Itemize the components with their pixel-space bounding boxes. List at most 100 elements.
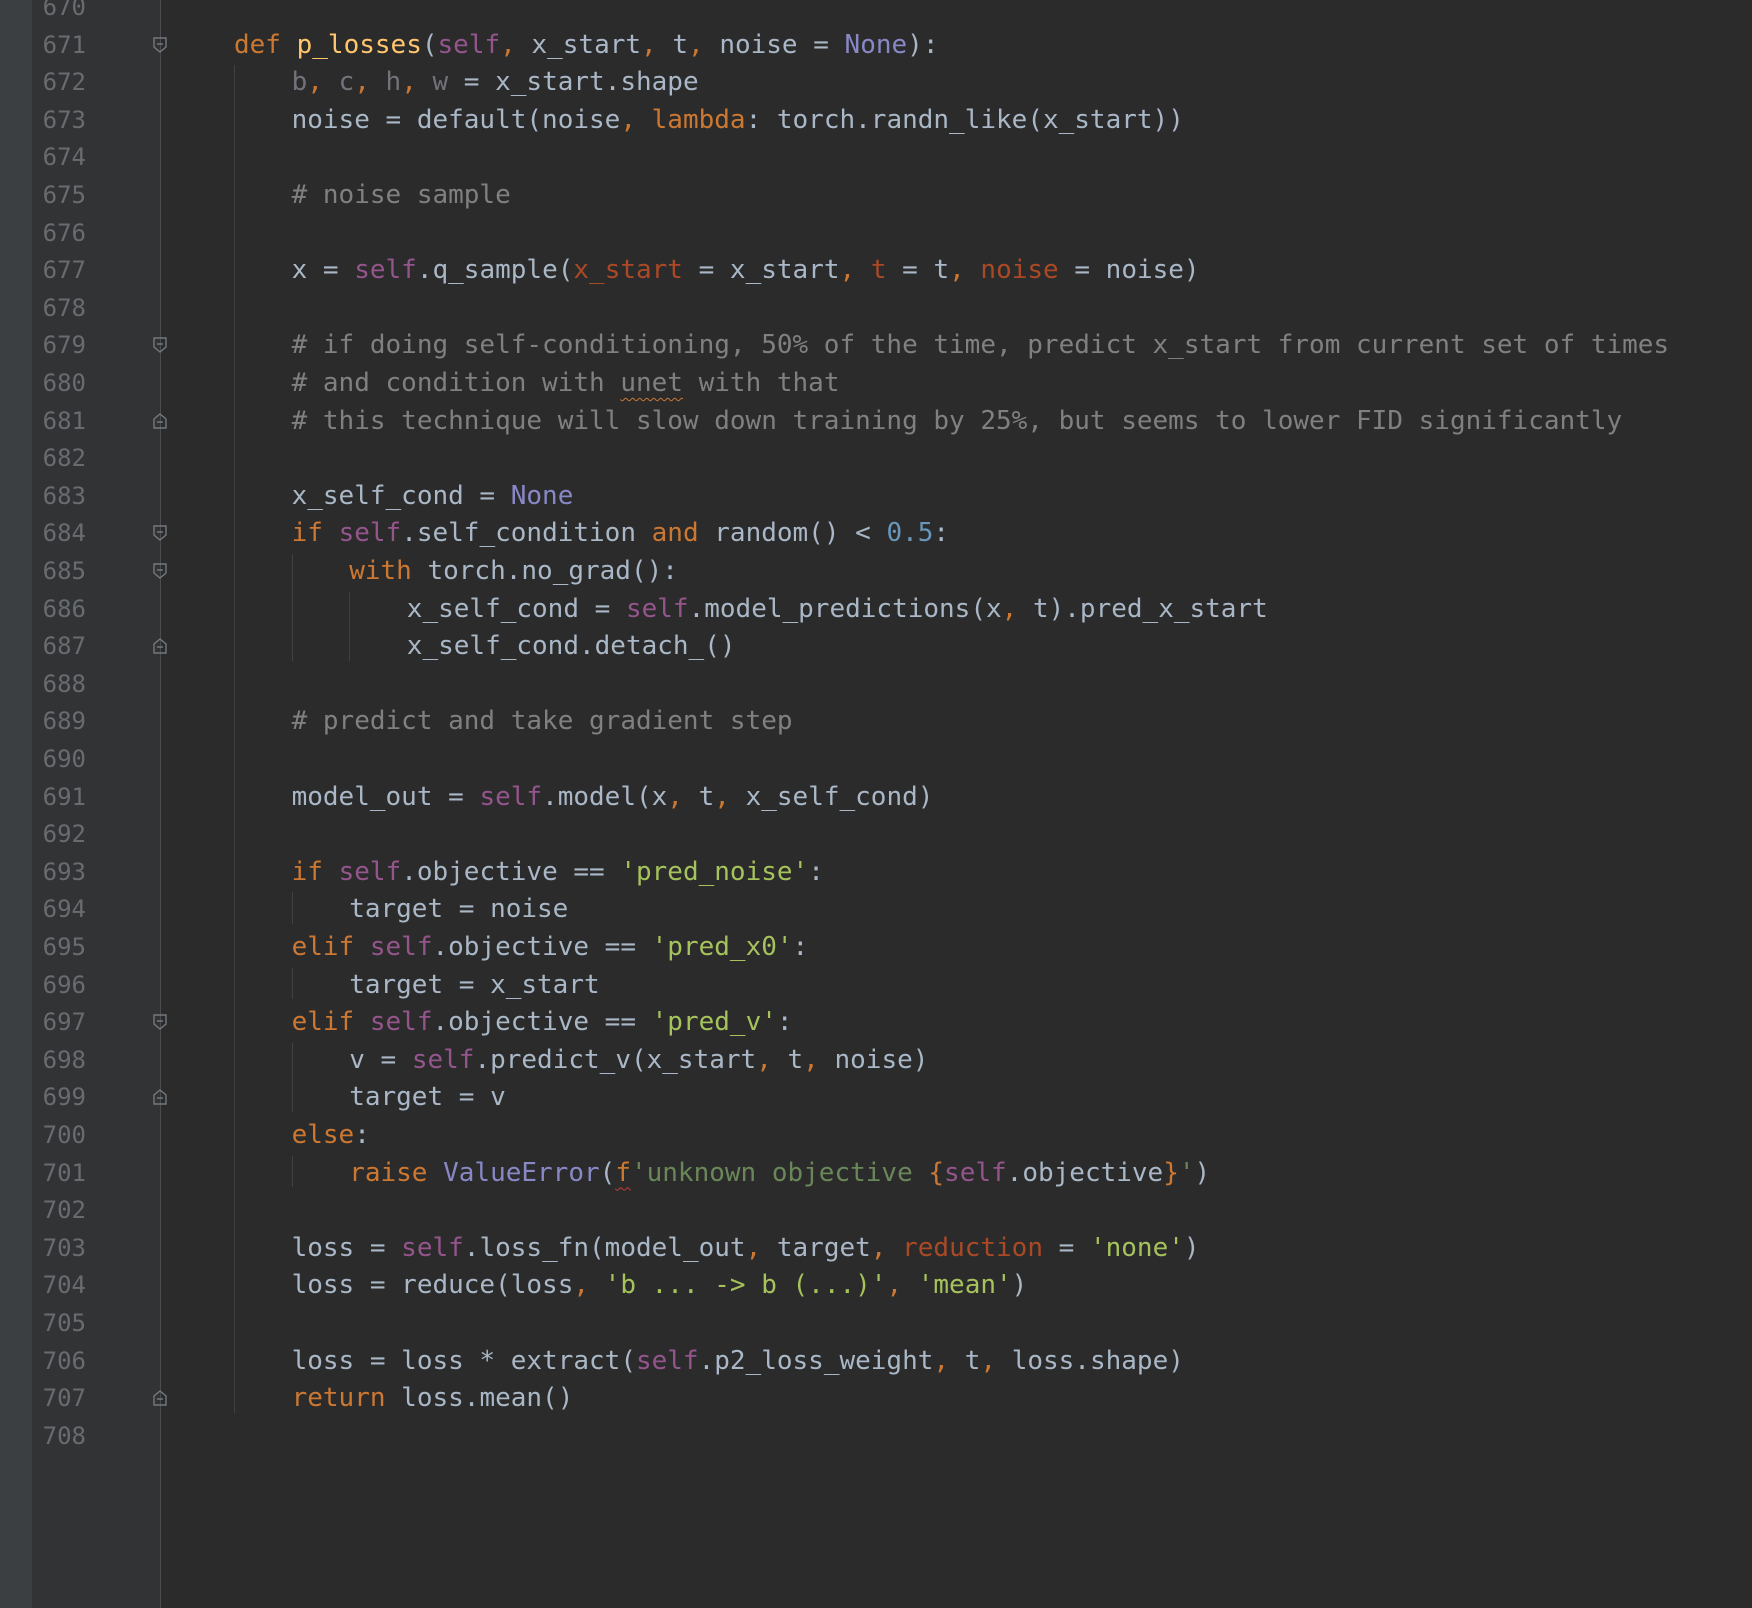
line-number[interactable]: 688: [32, 663, 86, 705]
line-number[interactable]: 682: [32, 437, 86, 479]
code-line[interactable]: 676: [0, 212, 1752, 254]
fold-start-icon[interactable]: [151, 36, 169, 54]
code-line[interactable]: 690: [0, 738, 1752, 780]
code-line[interactable]: 674: [0, 136, 1752, 178]
line-number[interactable]: 693: [32, 851, 86, 893]
code-line[interactable]: 671 def p_losses(self, x_start, t, noise …: [0, 24, 1752, 66]
code-line[interactable]: 688: [0, 663, 1752, 705]
fold-end-icon[interactable]: [151, 1389, 169, 1407]
code-editor[interactable]: 670 671 def p_losses(self, x_start, t, noi…: [0, 0, 1752, 1608]
code-text[interactable]: model_out = self.model(x, t, x_self_cond…: [292, 776, 934, 818]
line-number[interactable]: 701: [32, 1152, 86, 1194]
code-text[interactable]: if self.self_condition and random() < 0.…: [292, 512, 949, 554]
code-line[interactable]: 689 # predict and take gradient step: [0, 700, 1752, 742]
line-number[interactable]: 708: [32, 1415, 86, 1457]
line-number[interactable]: 672: [32, 61, 86, 103]
code-line[interactable]: 705: [0, 1302, 1752, 1344]
line-number[interactable]: 686: [32, 588, 86, 630]
line-number[interactable]: 700: [32, 1114, 86, 1156]
line-number[interactable]: 687: [32, 625, 86, 667]
fold-end-icon[interactable]: [151, 1088, 169, 1106]
code-line[interactable]: 677 x = self.q_sample(x_start = x_start, …: [0, 249, 1752, 291]
code-line[interactable]: 695 elif self.objective == 'pred_x0':: [0, 926, 1752, 968]
line-number[interactable]: 697: [32, 1001, 86, 1043]
code-line[interactable]: 675 # noise sample: [0, 174, 1752, 216]
code-text[interactable]: # and condition with unet with that: [292, 362, 840, 404]
code-text[interactable]: # if doing self-conditioning, 50% of the…: [292, 324, 1670, 366]
code-text[interactable]: target = noise: [349, 888, 568, 930]
code-text[interactable]: target = v: [349, 1076, 506, 1118]
code-line[interactable]: 686 x_self_cond = self.model_predictions(…: [0, 588, 1752, 630]
code-line[interactable]: 691 model_out = self.model(x, t, x_self_c…: [0, 776, 1752, 818]
code-text[interactable]: return loss.mean(): [292, 1377, 574, 1419]
line-number[interactable]: 703: [32, 1227, 86, 1269]
line-number[interactable]: 674: [32, 136, 86, 178]
code-text[interactable]: x_self_cond = self.model_predictions(x, …: [407, 588, 1268, 630]
line-number[interactable]: 707: [32, 1377, 86, 1419]
line-number[interactable]: 685: [32, 550, 86, 592]
code-text[interactable]: else:: [292, 1114, 370, 1156]
fold-end-icon[interactable]: [151, 637, 169, 655]
code-text[interactable]: elif self.objective == 'pred_v':: [292, 1001, 793, 1043]
code-line[interactable]: 679 # if doing self-conditioning, 50% of …: [0, 324, 1752, 366]
code-line[interactable]: 696 target = x_start: [0, 964, 1752, 1006]
code-line[interactable]: 700 else:: [0, 1114, 1752, 1156]
code-line[interactable]: 697 elif self.objective == 'pred_v':: [0, 1001, 1752, 1043]
fold-end-icon[interactable]: [151, 412, 169, 430]
fold-start-icon[interactable]: [151, 336, 169, 354]
code-line[interactable]: 704 loss = reduce(loss, 'b ... -> b (...)…: [0, 1264, 1752, 1306]
line-number[interactable]: 678: [32, 287, 86, 329]
code-line[interactable]: 682: [0, 437, 1752, 479]
code-line[interactable]: 698 v = self.predict_v(x_start, t, noise): [0, 1039, 1752, 1081]
code-text[interactable]: x = self.q_sample(x_start = x_start, t =…: [292, 249, 1200, 291]
code-text[interactable]: target = x_start: [349, 964, 599, 1006]
line-number[interactable]: 689: [32, 700, 86, 742]
code-text[interactable]: loss = self.loss_fn(model_out, target, r…: [292, 1227, 1200, 1269]
code-line[interactable]: 685 with torch.no_grad():: [0, 550, 1752, 592]
line-number[interactable]: 671: [32, 24, 86, 66]
code-text[interactable]: if self.objective == 'pred_noise':: [292, 851, 824, 893]
line-number[interactable]: 690: [32, 738, 86, 780]
code-line[interactable]: 672 b, c, h, w = x_start.shape: [0, 61, 1752, 103]
code-line[interactable]: 708: [0, 1415, 1752, 1457]
line-number[interactable]: 684: [32, 512, 86, 554]
code-line[interactable]: 684 if self.self_condition and random() <…: [0, 512, 1752, 554]
line-number[interactable]: 696: [32, 964, 86, 1006]
code-line[interactable]: 702: [0, 1189, 1752, 1231]
code-line[interactable]: 701 raise ValueError(f'unknown objective …: [0, 1152, 1752, 1194]
code-text[interactable]: x_self_cond = None: [292, 475, 574, 517]
line-number[interactable]: 702: [32, 1189, 86, 1231]
line-number[interactable]: 699: [32, 1076, 86, 1118]
code-text[interactable]: # this technique will slow down training…: [292, 400, 1623, 442]
code-line[interactable]: 692: [0, 813, 1752, 855]
fold-start-icon[interactable]: [151, 524, 169, 542]
code-text[interactable]: # predict and take gradient step: [292, 700, 793, 742]
code-text[interactable]: noise = default(noise, lambda: torch.ran…: [292, 99, 1184, 141]
code-text[interactable]: raise ValueError(f'unknown objective {se…: [349, 1152, 1210, 1194]
line-number[interactable]: 681: [32, 400, 86, 442]
code-line[interactable]: 683 x_self_cond = None: [0, 475, 1752, 517]
line-number[interactable]: 698: [32, 1039, 86, 1081]
line-number[interactable]: 706: [32, 1340, 86, 1382]
code-text[interactable]: b, c, h, w = x_start.shape: [292, 61, 699, 103]
code-text[interactable]: elif self.objective == 'pred_x0':: [292, 926, 809, 968]
code-line[interactable]: 681 # this technique will slow down train…: [0, 400, 1752, 442]
code-text[interactable]: loss = reduce(loss, 'b ... -> b (...)', …: [292, 1264, 1028, 1306]
code-line[interactable]: 707 return loss.mean(): [0, 1377, 1752, 1419]
code-text[interactable]: v = self.predict_v(x_start, t, noise): [349, 1039, 928, 1081]
code-line[interactable]: 678: [0, 287, 1752, 329]
code-line[interactable]: 693 if self.objective == 'pred_noise':: [0, 851, 1752, 893]
line-number[interactable]: 695: [32, 926, 86, 968]
line-number[interactable]: 676: [32, 212, 86, 254]
code-line[interactable]: 680 # and condition with unet with that: [0, 362, 1752, 404]
code-text[interactable]: loss = loss * extract(self.p2_loss_weigh…: [292, 1340, 1184, 1382]
line-number[interactable]: 675: [32, 174, 86, 216]
code-line[interactable]: 687 x_self_cond.detach_(): [0, 625, 1752, 667]
line-number[interactable]: 692: [32, 813, 86, 855]
line-number[interactable]: 677: [32, 249, 86, 291]
code-line[interactable]: 694 target = noise: [0, 888, 1752, 930]
line-number[interactable]: 694: [32, 888, 86, 930]
line-number[interactable]: 673: [32, 99, 86, 141]
code-text[interactable]: def p_losses(self, x_start, t, noise = N…: [234, 24, 938, 66]
code-line[interactable]: 706 loss = loss * extract(self.p2_loss_we…: [0, 1340, 1752, 1382]
